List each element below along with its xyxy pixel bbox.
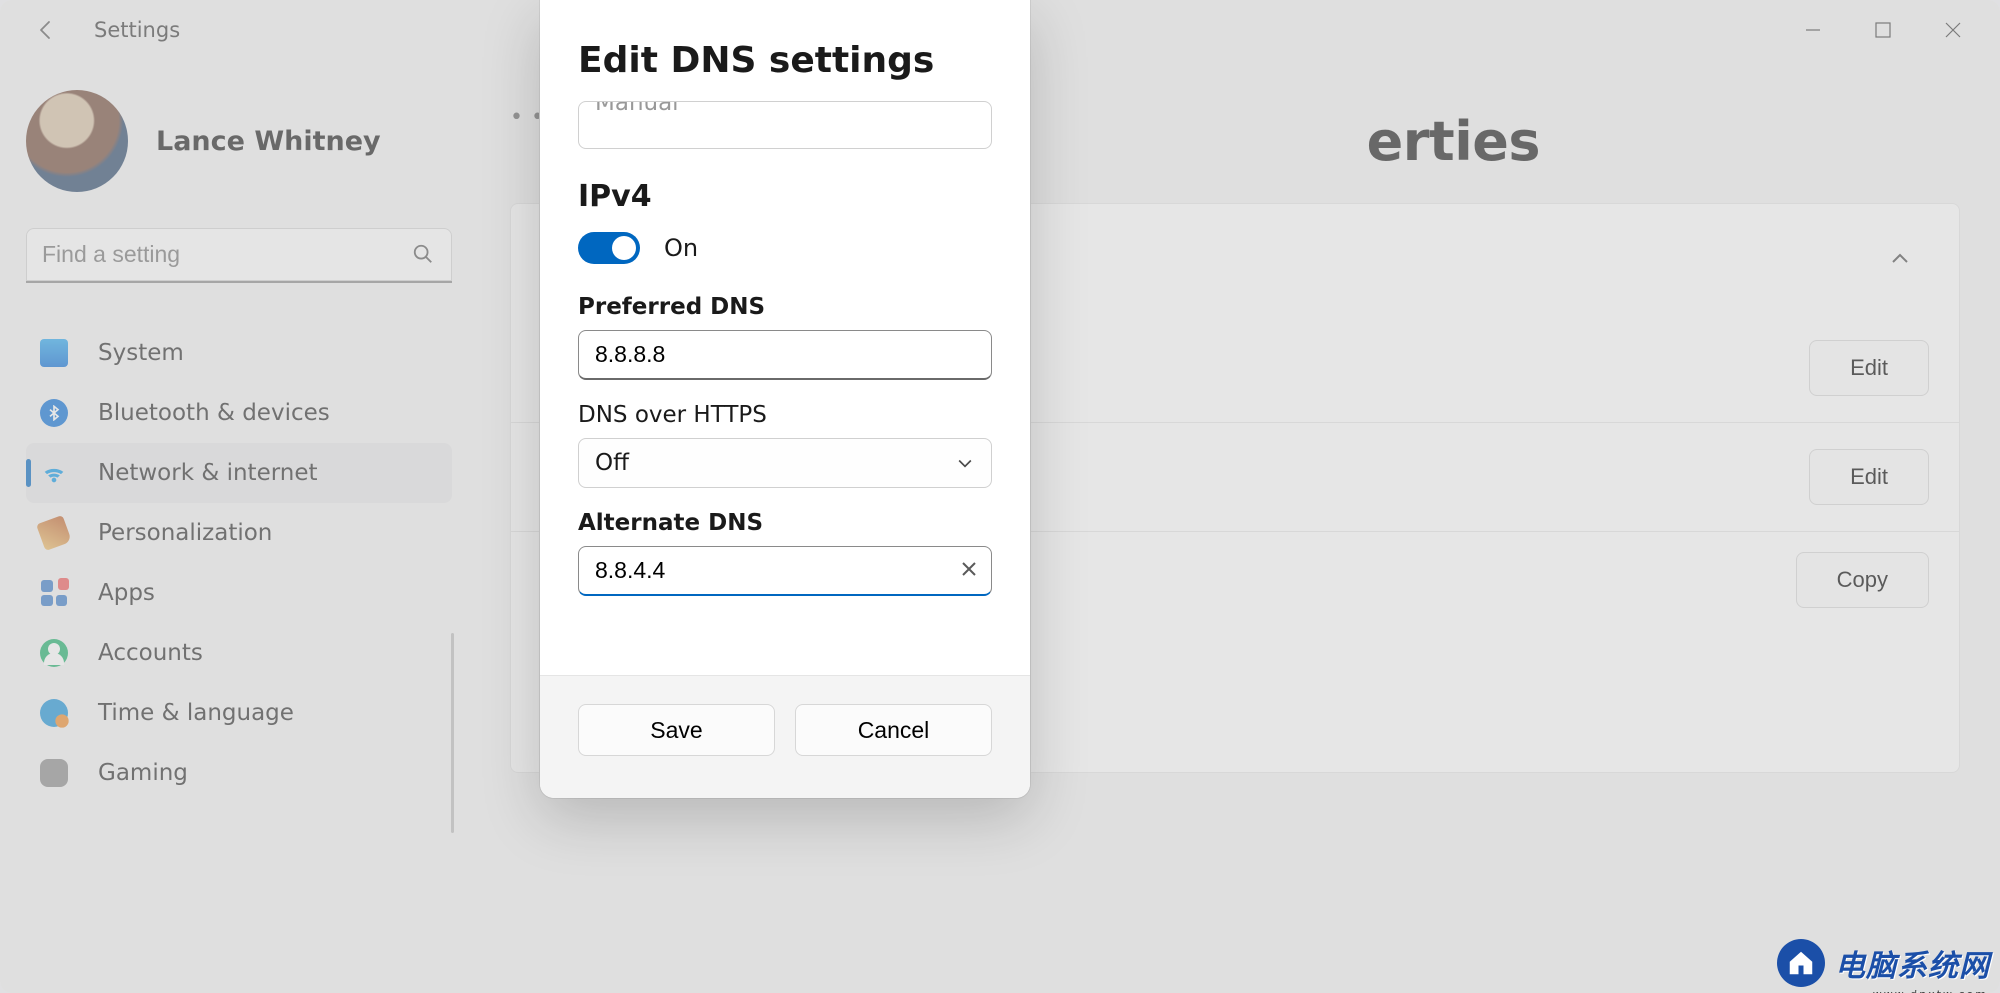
doh-label: DNS over HTTPS (578, 402, 992, 428)
preferred-dns-label: Preferred DNS (578, 294, 992, 320)
watermark-url: www.dnxtw.com (1873, 988, 1988, 993)
ipv4-heading: IPv4 (578, 179, 992, 214)
chevron-down-icon (955, 453, 975, 473)
watermark: 电脑系统网 www.dnxtw.com (1777, 939, 1990, 987)
doh-select-value: Off (595, 450, 629, 476)
ipv4-toggle[interactable] (578, 232, 640, 264)
dialog-title: Edit DNS settings (578, 40, 992, 81)
doh-select[interactable]: Off (578, 438, 992, 488)
assignment-select[interactable]: Manual (578, 101, 992, 149)
clear-icon[interactable] (960, 560, 978, 582)
save-button[interactable]: Save (578, 704, 775, 756)
watermark-text: 电脑系统网 (1835, 941, 1990, 985)
cancel-button[interactable]: Cancel (795, 704, 992, 756)
alternate-dns-label: Alternate DNS (578, 510, 992, 536)
alternate-dns-input[interactable] (578, 546, 992, 596)
ipv4-toggle-label: On (664, 234, 698, 262)
house-icon (1777, 939, 1825, 987)
edit-dns-dialog: Edit DNS settings Manual IPv4 On Preferr… (540, 0, 1030, 798)
assignment-select-value: Manual (595, 101, 679, 116)
preferred-dns-input[interactable] (578, 330, 992, 380)
